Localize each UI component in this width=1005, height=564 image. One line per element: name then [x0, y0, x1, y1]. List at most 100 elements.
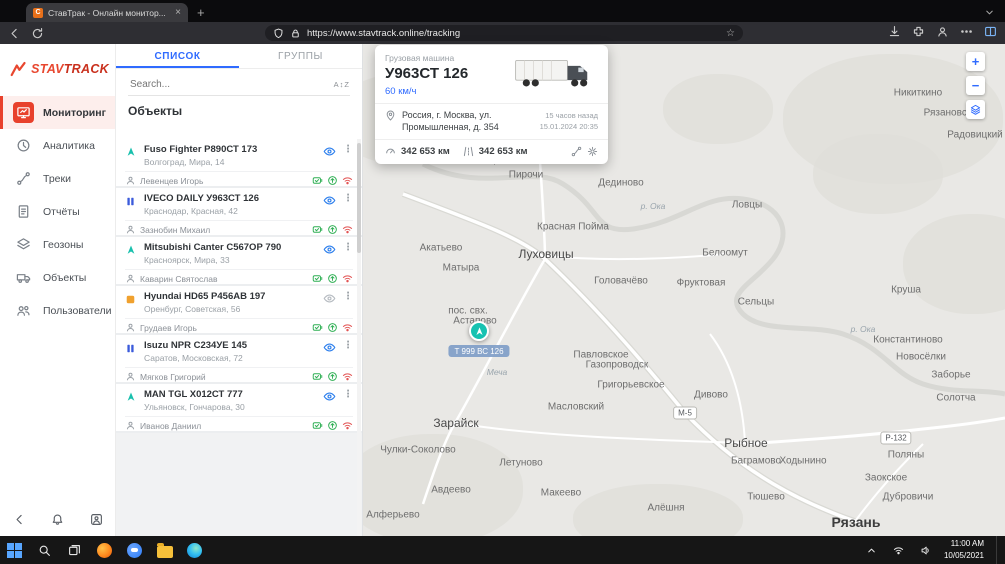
vehicle-status-icon [125, 193, 138, 216]
vehicle-detail-card: Грузовая машина У963СТ 126 60 км/ч Росси… [375, 45, 608, 164]
vehicle-row[interactable]: MAN TGL Х012СТ 777 Ульяновск, Гончарова,… [116, 384, 362, 433]
route-icon[interactable] [571, 146, 582, 157]
notifications-bell-icon[interactable] [51, 513, 64, 526]
visibility-eye-icon[interactable] [323, 390, 336, 403]
refresh-icon[interactable] [31, 27, 44, 40]
visibility-eye-icon[interactable] [323, 341, 336, 354]
map-label: Константиново [873, 335, 942, 346]
vehicle-marker[interactable] [469, 321, 489, 341]
vehicle-name: MAN TGL Х012СТ 777 [144, 389, 317, 400]
new-tab-button[interactable]: + [197, 5, 205, 20]
map-label: Пирочи [509, 170, 543, 181]
map-label: р. Ока [851, 324, 876, 334]
vehicle-status-icon [125, 291, 138, 314]
row-menu-icon[interactable]: ⋮ [343, 341, 353, 351]
sidebar-item-tracks[interactable]: Треки [0, 162, 115, 195]
sidebar-item-label: Геозоны [43, 239, 83, 251]
row-menu-icon[interactable]: ⋮ [343, 390, 353, 400]
edge-icon[interactable] [186, 542, 203, 559]
collapse-back-icon[interactable] [13, 513, 26, 526]
task-view-icon[interactable] [66, 542, 83, 559]
sidebar-menu: Мониторинг Аналитика Треки Отчёты Геозон… [0, 96, 115, 327]
zoom-out-button[interactable]: − [966, 76, 985, 95]
map-layers-button[interactable] [966, 100, 985, 119]
volume-icon[interactable] [917, 542, 934, 559]
favorite-star-icon[interactable]: ☆ [726, 28, 735, 39]
vehicle-status-icon [125, 389, 138, 412]
row-menu-icon[interactable]: ⋮ [343, 292, 353, 302]
list-scrollbar-thumb[interactable] [357, 143, 361, 253]
vehicle-address: Россия, г. Москва, ул. Промышленная, д. … [402, 110, 514, 133]
browser-menu-icon[interactable] [960, 25, 973, 38]
vehicle-row[interactable]: Isuzu NPR С234УЕ 145 Саратов, Московская… [116, 335, 362, 384]
tray-chevron-up-icon[interactable] [863, 542, 880, 559]
browser-tab[interactable]: С СтавТрак - Онлайн монитор... × [26, 3, 188, 22]
show-desktop-sliver[interactable] [996, 536, 999, 564]
browser-profile-icon[interactable] [936, 25, 949, 38]
connection-signal-icon [342, 371, 353, 382]
tab-close-icon[interactable]: × [175, 8, 181, 18]
account-badge-icon[interactable] [90, 513, 103, 526]
connection-signal-icon [342, 273, 353, 284]
vehicle-status-icon [125, 242, 138, 265]
map-label: Чулки-Соколово [380, 445, 455, 456]
zoom-in-button[interactable]: + [966, 52, 985, 71]
tracking-shield-icon[interactable] [273, 28, 284, 39]
file-explorer-icon[interactable] [156, 542, 173, 559]
lock-icon[interactable] [290, 28, 301, 39]
search-input[interactable] [128, 78, 334, 91]
sidebar-item-reports[interactable]: Отчёты [0, 195, 115, 228]
sidebar-item-geozones[interactable]: Геозоны [0, 228, 115, 261]
marker-label: Т 999 ВС 126 [448, 345, 509, 357]
taskbar: 11:00 AM 10/05/2021 [0, 536, 1005, 564]
map-label: Григорьевское [597, 380, 664, 391]
vehicle-row[interactable]: IVECO DAILY У963СТ 126 Краснодар, Красна… [116, 188, 362, 237]
download-icon[interactable] [888, 25, 901, 38]
users-icon [13, 300, 34, 321]
visibility-eye-icon[interactable] [323, 194, 336, 207]
tab-list[interactable]: СПИСОК [116, 44, 239, 68]
map-label: Дивово [694, 390, 728, 401]
visibility-eye-icon[interactable] [323, 292, 336, 305]
taskbar-clock[interactable]: 11:00 AM 10/05/2021 [944, 538, 984, 561]
sort-toggle[interactable]: A↕Z [334, 80, 350, 89]
sidebar-item-objects[interactable]: Объекты [0, 261, 115, 294]
vehicle-row[interactable]: Hyundai HD65 Р456АВ 197 Оренбург, Советс… [116, 286, 362, 335]
visibility-eye-icon[interactable] [323, 145, 336, 158]
vehicle-row[interactable]: Fuso Fighter Р890СТ 173 Волгоград, Мира,… [116, 139, 362, 188]
sidebar-item-users[interactable]: Пользователи [0, 294, 115, 327]
road-badge: М-5 [673, 407, 697, 420]
extensions-icon[interactable] [912, 25, 925, 38]
visibility-eye-icon[interactable] [323, 243, 336, 256]
chat-app-icon[interactable] [126, 542, 143, 559]
map-label: Масловский [548, 402, 604, 413]
map-label: Сельцы [738, 297, 774, 308]
wifi-icon[interactable] [890, 542, 907, 559]
address-bar[interactable]: https://www.stavtrack.online/tracking ☆ [265, 25, 743, 41]
list-scrollbar[interactable] [357, 139, 361, 536]
map-label: Зарайск [433, 416, 478, 430]
vehicle-row[interactable]: Mitsubishi Canter С567ОР 790 Красноярск,… [116, 237, 362, 286]
sidebar-item-analytics[interactable]: Аналитика [0, 129, 115, 162]
sidebar-item-label: Аналитика [43, 140, 95, 152]
tab-groups[interactable]: ГРУППЫ [239, 44, 362, 68]
map-label: Матыра [443, 263, 480, 274]
browser-toolbar: https://www.stavtrack.online/tracking ☆ [0, 22, 1005, 44]
tab-title: СтавТрак - Онлайн монитор... [48, 8, 170, 18]
row-menu-icon[interactable]: ⋮ [343, 194, 353, 204]
toolbar-actions [888, 25, 997, 38]
row-menu-icon[interactable]: ⋮ [343, 243, 353, 253]
map-label: Новосёлки [896, 352, 946, 363]
firefox-icon[interactable] [96, 542, 113, 559]
gear-icon[interactable] [587, 146, 598, 157]
sidebar-item-monitoring[interactable]: Мониторинг [0, 96, 115, 129]
back-icon[interactable] [8, 27, 21, 40]
taskbar-search-icon[interactable] [36, 542, 53, 559]
vehicle-speed: 60 км/ч [385, 86, 468, 97]
tab-list-chevron-icon[interactable] [984, 7, 995, 18]
vehicle-list-panel: СПИСОК ГРУППЫ A↕Z Объекты Fuso Fighter Р… [116, 44, 363, 536]
row-menu-icon[interactable]: ⋮ [343, 145, 353, 155]
start-button-icon[interactable] [6, 542, 23, 559]
split-screen-icon[interactable] [984, 25, 997, 38]
sidebar-item-label: Отчёты [43, 206, 80, 218]
